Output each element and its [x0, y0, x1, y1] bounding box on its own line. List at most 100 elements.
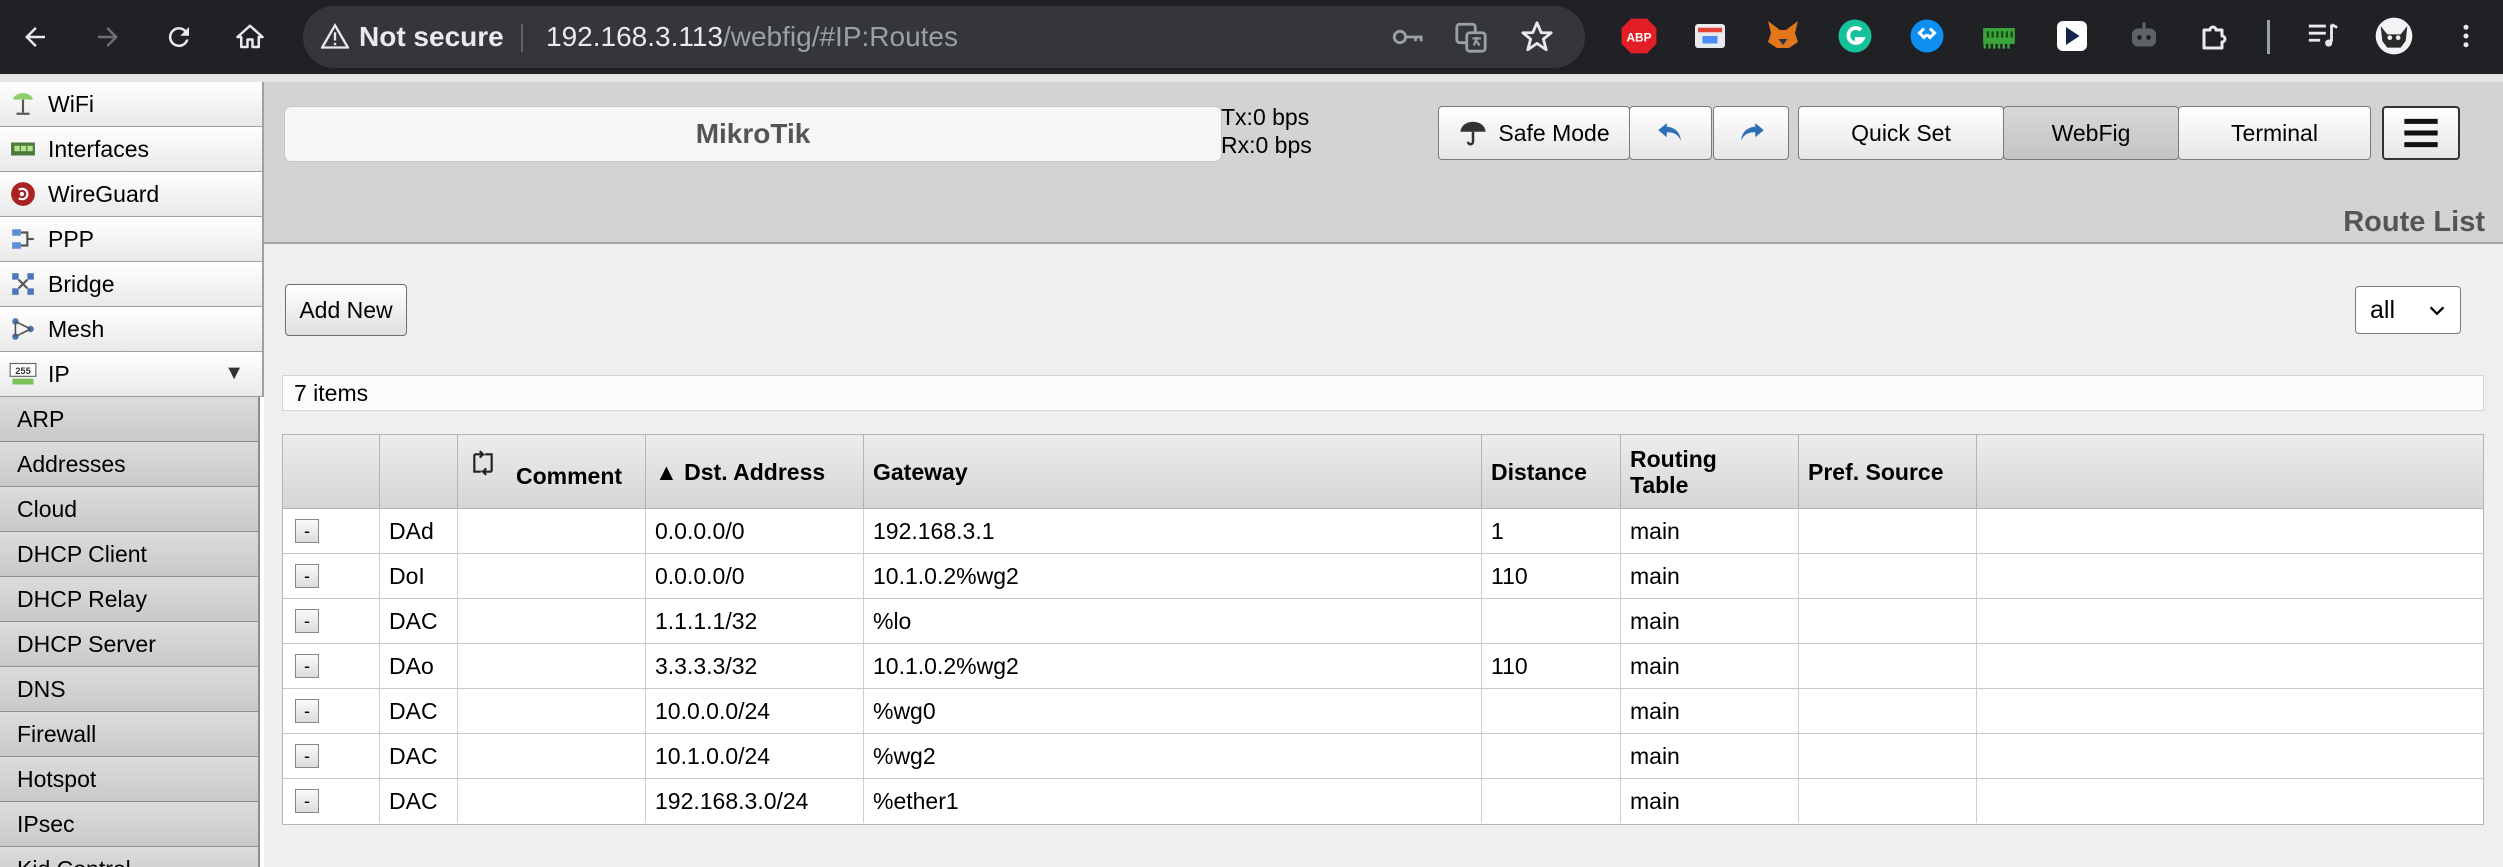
sidebar-item-mesh[interactable]: Mesh: [0, 307, 264, 352]
interfaces-icon: [9, 135, 37, 163]
extension-icon[interactable]: [2052, 16, 2092, 56]
sidebar-subitem-addresses[interactable]: Addresses: [0, 442, 260, 487]
safe-mode-button[interactable]: Safe Mode: [1438, 106, 1630, 160]
col-comment[interactable]: Comment: [458, 435, 646, 509]
remove-button[interactable]: -: [295, 609, 319, 633]
sidebar-subitem-arp[interactable]: ARP: [0, 397, 260, 442]
add-new-button[interactable]: Add New: [285, 284, 407, 336]
security-indicator[interactable]: Not secure: [321, 20, 504, 54]
quick-set-button[interactable]: Quick Set: [1798, 106, 2004, 160]
sidebar-subitem-cloud[interactable]: Cloud: [0, 487, 260, 532]
reload-button[interactable]: [154, 12, 204, 62]
table-row[interactable]: - DAC 10.0.0.0/24 %wg0 main: [283, 689, 2483, 734]
gateway-cell: %lo: [864, 599, 1482, 643]
sidebar-item-ppp[interactable]: PPP: [0, 217, 264, 262]
remove-button[interactable]: -: [295, 564, 319, 588]
robot-icon[interactable]: [2124, 16, 2164, 56]
puzzle-icon[interactable]: [2196, 16, 2236, 56]
sidebar-subitem-dhcp-client[interactable]: DHCP Client: [0, 532, 260, 577]
sidebar-subitem-kid-control[interactable]: Kid Control: [0, 847, 260, 867]
profile-avatar[interactable]: [2374, 16, 2414, 56]
filter-value: all: [2370, 295, 2396, 324]
col-routing-table-label: Routing Table: [1630, 446, 1717, 498]
home-button[interactable]: [225, 12, 275, 62]
col-filler: [1977, 435, 2485, 509]
svg-text:255: 255: [15, 366, 31, 376]
table-row[interactable]: - DAC 10.1.0.0/24 %wg2 main: [283, 734, 2483, 779]
abp-icon[interactable]: ABP: [1619, 16, 1659, 56]
comment-cell: [458, 554, 646, 598]
dst-address-cell: 10.1.0.0/24: [646, 734, 864, 778]
shazam-icon[interactable]: [1907, 16, 1947, 56]
sidebar-subitem-ipsec[interactable]: IPsec: [0, 802, 260, 847]
remove-button[interactable]: -: [295, 654, 319, 678]
dst-address-cell: 3.3.3.3/32: [646, 644, 864, 688]
sidebar-subitem-firewall[interactable]: Firewall: [0, 712, 260, 757]
grammarly-icon[interactable]: [1835, 16, 1875, 56]
dst-address-cell: 10.0.0.0/24: [646, 689, 864, 733]
media-queue-icon[interactable]: [2303, 16, 2343, 56]
table-row[interactable]: - DAC 1.1.1.1/32 %lo main: [283, 599, 2483, 644]
row-action-cell: -: [283, 509, 380, 553]
back-button[interactable]: [10, 12, 60, 62]
omnibox-divider: [521, 24, 523, 52]
col-distance[interactable]: Distance: [1482, 435, 1621, 509]
forward-arrow-icon: [98, 27, 118, 47]
sidebar-item-interfaces[interactable]: Interfaces: [0, 127, 264, 172]
main-content: MikroTik Tx:0 bps Rx:0 bps Safe Mode Qui…: [264, 82, 2503, 867]
item-count: 7 items: [282, 375, 2484, 411]
terminal-button[interactable]: Terminal: [2178, 106, 2371, 160]
browser-toolbar: Not secure 192.168.3.113/webfig/#IP:Rout…: [0, 0, 2503, 74]
sidebar-subitem-hotspot[interactable]: Hotspot: [0, 757, 260, 802]
ram-icon[interactable]: [1979, 16, 2019, 56]
sidebar-item-bridge[interactable]: Bridge: [0, 262, 264, 307]
sidebar-item-ip[interactable]: 255 IP ▼: [0, 352, 264, 397]
table-row[interactable]: - DAo 3.3.3.3/32 10.1.0.2%wg2 110 main: [283, 644, 2483, 689]
col-routing-table[interactable]: Routing Table: [1621, 435, 1799, 509]
flags-cell: DAC: [380, 779, 458, 823]
metamask-fox-icon[interactable]: [1763, 16, 1803, 56]
chevron-down-icon[interactable]: ▼: [224, 362, 244, 385]
bookmark-star-icon[interactable]: [1519, 19, 1555, 55]
gateway-cell: %wg0: [864, 689, 1482, 733]
tx-rate: Tx:0 bps: [1221, 104, 1310, 130]
browser-menu-icon[interactable]: [2446, 16, 2486, 56]
row-action-cell: -: [283, 689, 380, 733]
password-key-icon[interactable]: [1389, 19, 1425, 55]
menu-button[interactable]: [2382, 106, 2460, 160]
dst-address-cell: 0.0.0.0/0: [646, 509, 864, 553]
address-bar[interactable]: Not secure 192.168.3.113/webfig/#IP:Rout…: [303, 6, 1585, 68]
sidebar-item-wifi[interactable]: WiFi: [0, 82, 264, 127]
filter-select[interactable]: all: [2355, 286, 2461, 334]
sidebar-item-label: Interfaces: [48, 135, 149, 162]
pref-source-cell: [1799, 689, 1977, 733]
remove-button[interactable]: -: [295, 519, 319, 543]
sidebar-item-label: PPP: [48, 225, 95, 252]
table-row[interactable]: - DAd 0.0.0.0/0 192.168.3.1 1 main: [283, 509, 2483, 554]
col-pref-source[interactable]: Pref. Source: [1799, 435, 1977, 509]
url-text[interactable]: 192.168.3.113/webfig/#IP:Routes: [546, 21, 958, 53]
comment-cell: [458, 644, 646, 688]
sidebar-subitem-dhcp-relay[interactable]: DHCP Relay: [0, 577, 260, 622]
sidebar-item-wireguard[interactable]: WireGuard: [0, 172, 264, 217]
webfig-tab[interactable]: WebFig: [2003, 106, 2179, 160]
table-row[interactable]: - DAC 192.168.3.0/24 %ether1 main: [283, 779, 2483, 824]
redo-button[interactable]: [1713, 106, 1789, 160]
remove-button[interactable]: -: [295, 744, 319, 768]
remove-button[interactable]: -: [295, 789, 319, 813]
col-dst-address[interactable]: ▲ Dst. Address: [646, 435, 864, 509]
distance-cell: [1482, 779, 1621, 823]
table-row[interactable]: - DoI 0.0.0.0/0 10.1.0.2%wg2 110 main: [283, 554, 2483, 599]
pref-source-cell: [1799, 779, 1977, 823]
forward-button[interactable]: [83, 12, 133, 62]
undo-icon: [1657, 123, 1681, 141]
sidebar-subitem-dns[interactable]: DNS: [0, 667, 260, 712]
extension-icon[interactable]: [1690, 16, 1730, 56]
undo-button[interactable]: [1629, 106, 1712, 160]
translate-icon[interactable]: [1453, 19, 1489, 55]
remove-button[interactable]: -: [295, 699, 319, 723]
comment-cell: [458, 509, 646, 553]
sidebar-subitem-dhcp-server[interactable]: DHCP Server: [0, 622, 260, 667]
col-gateway[interactable]: Gateway: [864, 435, 1482, 509]
column-select-icon[interactable]: [470, 450, 496, 476]
